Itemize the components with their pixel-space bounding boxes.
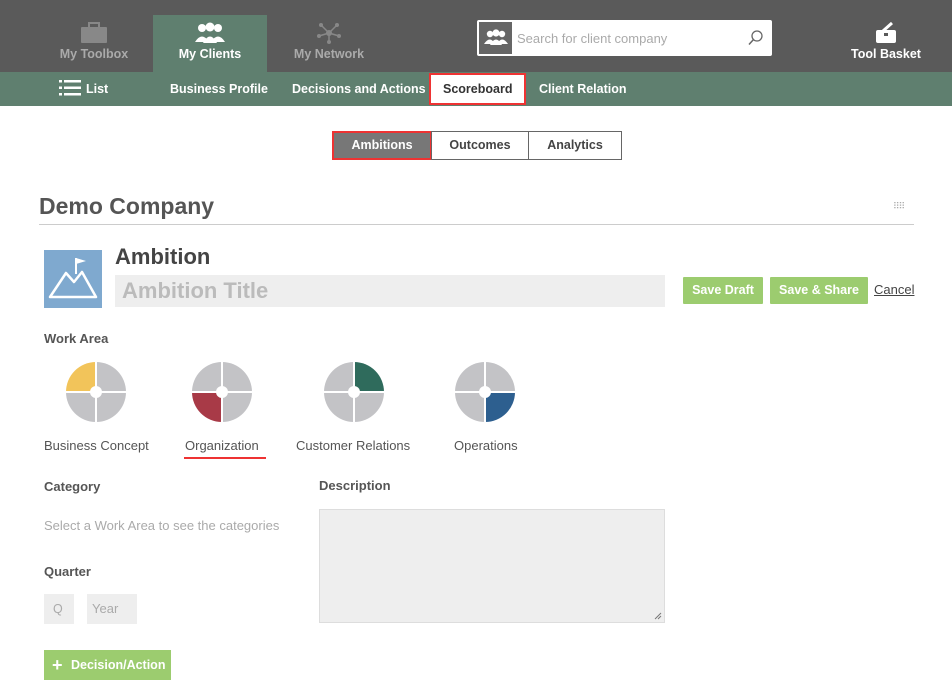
list-toggle[interactable]: List — [59, 72, 108, 106]
nav-my-clients-label: My Clients — [178, 47, 242, 61]
client-search — [477, 20, 772, 56]
organization-icon — [192, 362, 252, 422]
ambition-mountain-icon — [44, 250, 102, 308]
tab-outcomes[interactable]: Outcomes — [431, 131, 529, 160]
category-label: Category — [44, 479, 101, 494]
nav-my-clients[interactable]: My Clients — [153, 15, 267, 72]
customer-relations-label[interactable]: Customer Relations — [296, 438, 410, 453]
save-share-button[interactable]: Save & Share — [770, 277, 868, 304]
top-nav-bar: My Toolbox My Clients My Network Tool Ba… — [0, 0, 952, 72]
year-select[interactable]: Year — [87, 594, 137, 624]
nav-my-toolbox[interactable]: My Toolbox — [37, 15, 151, 72]
ambition-title-input[interactable] — [115, 275, 665, 307]
grip-icon[interactable]: ⠿⠿ — [893, 201, 905, 212]
list-icon — [59, 80, 81, 96]
add-decision-action-button[interactable]: + Decision/Action — [44, 650, 171, 680]
nav-my-network-label: My Network — [293, 47, 365, 61]
operations-icon — [455, 362, 515, 422]
save-draft-button[interactable]: Save Draft — [683, 277, 763, 304]
tab-analytics[interactable]: Analytics — [528, 131, 622, 160]
tab-ambitions[interactable]: Ambitions — [332, 131, 432, 160]
nav-my-toolbox-label: My Toolbox — [59, 47, 129, 61]
divider — [39, 224, 914, 225]
search-icon[interactable] — [748, 30, 763, 46]
work-area-business-concept[interactable] — [66, 362, 126, 422]
search-input[interactable] — [517, 24, 737, 52]
plus-icon: + — [52, 655, 63, 675]
quarter-select[interactable]: Q — [44, 594, 74, 624]
scoreboard-segment-control: Ambitions Outcomes Analytics — [332, 131, 622, 161]
tool-basket-icon — [876, 22, 896, 43]
resize-handle-icon[interactable] — [654, 612, 662, 620]
business-concept-icon — [66, 362, 126, 422]
customer-relations-icon — [324, 362, 384, 422]
nav-my-network[interactable]: My Network — [272, 15, 386, 72]
cancel-link[interactable]: Cancel — [874, 282, 914, 297]
operations-label[interactable]: Operations — [454, 438, 518, 453]
quarter-label: Quarter — [44, 564, 91, 579]
sub-nav-bar: List Business Profile Decisions and Acti… — [0, 72, 952, 106]
description-label: Description — [319, 478, 391, 493]
work-area-customer-relations[interactable] — [324, 362, 384, 422]
toolbox-icon — [81, 22, 107, 43]
work-area-label: Work Area — [44, 331, 109, 346]
ambition-heading: Ambition — [115, 244, 211, 269]
list-label: List — [86, 82, 109, 96]
tab-scoreboard[interactable]: Scoreboard — [429, 73, 527, 105]
tool-basket-label: Tool Basket — [851, 47, 921, 61]
clients-search-icon — [479, 22, 512, 54]
company-name: Demo Company — [39, 193, 215, 219]
category-hint: Select a Work Area to see the categories — [44, 518, 280, 533]
organization-label[interactable]: Organization — [185, 438, 259, 453]
description-textarea[interactable] — [319, 509, 665, 623]
selected-indicator — [184, 457, 266, 459]
tab-business-profile[interactable]: Business Profile — [170, 72, 268, 106]
clients-icon — [195, 22, 225, 43]
tab-decisions-actions[interactable]: Decisions and Actions — [292, 72, 426, 106]
work-area-operations[interactable] — [455, 362, 515, 422]
network-icon — [317, 23, 341, 44]
work-area-organization[interactable] — [192, 362, 252, 422]
business-concept-label[interactable]: Business Concept — [44, 438, 149, 453]
add-decision-action-label: Decision/Action — [71, 658, 166, 672]
tab-client-relation[interactable]: Client Relation — [539, 72, 627, 106]
tool-basket[interactable]: Tool Basket — [846, 22, 926, 61]
